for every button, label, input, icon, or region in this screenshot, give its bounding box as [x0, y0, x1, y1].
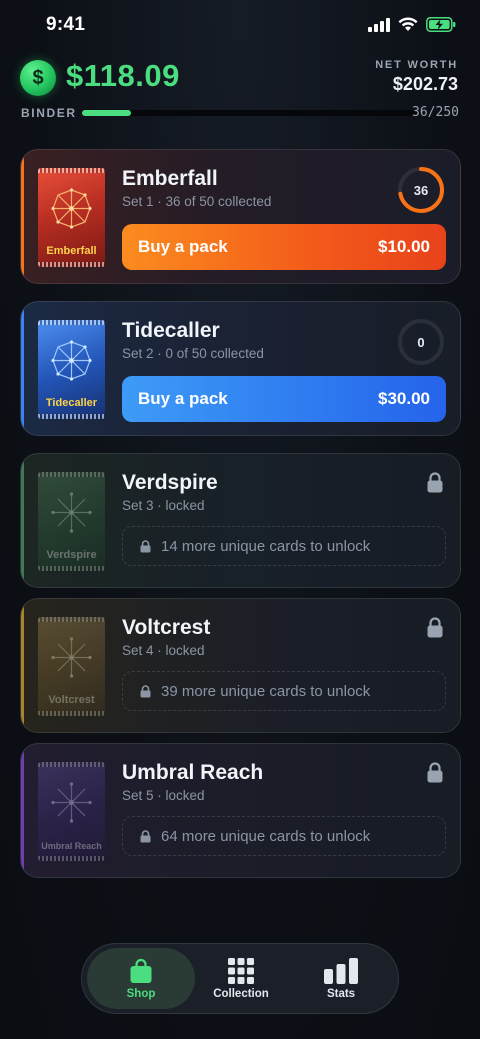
grid-icon [228, 957, 254, 984]
pack-art-umbral-reach: Umbral Reach [38, 762, 105, 861]
set-subtitle: Set 2 · 0 of 50 collected [122, 346, 264, 361]
constellation-icon [51, 188, 92, 229]
set-accent-bar [21, 599, 24, 732]
collection-count: 36 [413, 182, 429, 198]
binder-progress-track [82, 110, 420, 116]
set-title: Umbral Reach [122, 761, 264, 784]
lock-icon [427, 617, 443, 638]
unlock-text: 64 more unique cards to unlock [161, 827, 371, 845]
balance-amount: $118.09 [66, 58, 180, 93]
binder-progress-fill [82, 110, 131, 116]
set-subtitle: Set 3 · locked [122, 498, 205, 513]
set-subtitle: Set 1 · 36 of 50 collected [122, 194, 272, 209]
small-lock-icon [140, 539, 151, 552]
pack-price: $10.00 [378, 237, 430, 256]
binder-progress: BINDER 36/250 [21, 104, 459, 122]
tab-label: Stats [326, 987, 356, 1000]
set-subtitle: Set 5 · locked [122, 788, 205, 803]
wifi-icon [398, 17, 418, 31]
bottom-tab-bar: Shop Collection Stats [81, 943, 399, 1014]
tab-shop[interactable]: Shop [87, 948, 195, 1009]
buy-pack-button-tidecaller[interactable]: Buy a pack $30.00 [122, 376, 446, 422]
set-card-tidecaller: Tidecaller Tidecaller Set 2 · 0 of 50 co… [20, 301, 461, 436]
set-card-umbral-reach: Umbral Reach Umbral Reach Set 5 · locked… [20, 743, 461, 878]
constellation-icon [51, 782, 92, 823]
unlock-requirement: 64 more unique cards to unlock [122, 816, 446, 856]
collection-progress-ring: 36 [396, 165, 446, 215]
tab-collection[interactable]: Collection [187, 948, 295, 1009]
status-icons [368, 17, 456, 32]
net-worth-value: $202.73 [392, 74, 458, 94]
battery-charging-icon [426, 17, 456, 32]
set-accent-bar [21, 454, 24, 587]
binder-label: BINDER [21, 106, 77, 120]
pack-label: Umbral Reach [41, 841, 102, 851]
set-accent-bar [21, 744, 24, 877]
pack-label: Tidecaller [45, 397, 98, 409]
unlock-requirement: 14 more unique cards to unlock [122, 526, 446, 566]
status-time: 9:41 [46, 14, 86, 35]
small-lock-icon [140, 829, 151, 842]
collection-progress-ring: 0 [396, 317, 446, 367]
net-worth-label: NET WORTH [375, 59, 458, 71]
set-card-emberfall: Emberfall Emberfall Set 1 · 36 of 50 col… [20, 149, 461, 284]
set-accent-bar [21, 150, 24, 283]
set-card-voltcrest: Voltcrest Voltcrest Set 4 · locked 39 mo… [20, 598, 461, 733]
constellation-icon [51, 340, 92, 381]
coin-icon: $ [20, 60, 56, 96]
set-accent-bar [21, 302, 24, 435]
lock-icon [427, 762, 443, 783]
status-bar: 9:41 [0, 0, 480, 50]
set-card-verdspire: Verdspire Verdspire Set 3 · locked 14 mo… [20, 453, 461, 588]
small-lock-icon [140, 684, 151, 697]
set-title: Emberfall [122, 167, 218, 190]
pack-art-emberfall: Emberfall [38, 168, 105, 267]
bar-chart-icon [324, 957, 358, 984]
set-title: Verdspire [122, 471, 218, 494]
wallet-header: $ $118.09 NET WORTH $202.73 [20, 58, 460, 98]
tab-label: Collection [213, 987, 269, 1000]
bag-icon [130, 958, 152, 983]
collection-count: 0 [417, 334, 425, 350]
cellular-signal-icon [368, 17, 390, 32]
buy-pack-label: Buy a pack [138, 389, 228, 408]
pack-label: Voltcrest [48, 694, 95, 706]
binder-count: 36/250 [412, 105, 459, 120]
pack-price: $30.00 [378, 389, 430, 408]
unlock-requirement: 39 more unique cards to unlock [122, 671, 446, 711]
unlock-text: 14 more unique cards to unlock [161, 537, 371, 555]
constellation-icon [51, 637, 92, 678]
tab-label: Shop [126, 987, 156, 1000]
pack-label: Emberfall [46, 245, 97, 257]
lock-icon [427, 472, 443, 493]
constellation-icon [51, 492, 92, 533]
set-title: Tidecaller [122, 319, 220, 342]
set-subtitle: Set 4 · locked [122, 643, 205, 658]
tab-stats[interactable]: Stats [287, 948, 395, 1009]
unlock-text: 39 more unique cards to unlock [161, 682, 371, 700]
set-title: Voltcrest [122, 616, 211, 639]
buy-pack-label: Buy a pack [138, 237, 228, 256]
pack-art-voltcrest: Voltcrest [38, 617, 105, 716]
pack-art-verdspire: Verdspire [38, 472, 105, 571]
pack-art-tidecaller: Tidecaller [38, 320, 105, 419]
buy-pack-button-emberfall[interactable]: Buy a pack $10.00 [122, 224, 446, 270]
pack-label: Verdspire [46, 549, 97, 561]
